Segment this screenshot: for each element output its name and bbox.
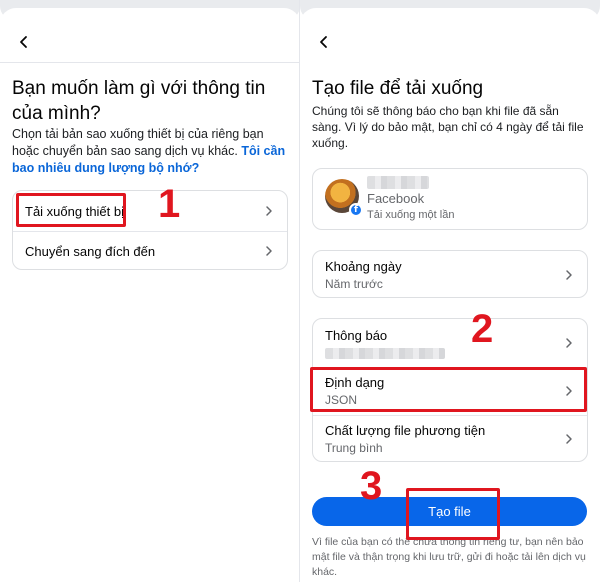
description-text: Chọn tải bản sao xuống thiết bị của riên… — [12, 127, 264, 158]
header-area — [300, 8, 600, 68]
option-transfer-destination[interactable]: Chuyển sang đích đến — [13, 231, 287, 271]
step-number-3: 3 — [360, 464, 383, 508]
date-range-label: Khoảng ngày — [325, 259, 402, 274]
step-number-2: 2 — [471, 307, 494, 351]
date-range-card[interactable]: Khoảng ngày Năm trước — [312, 250, 588, 298]
page-title: Bạn muốn làm gì với thông tin của mình? — [12, 78, 266, 124]
chevron-left-icon — [20, 36, 27, 48]
chevron-left-icon — [320, 36, 327, 48]
media-quality-value: Trung bình — [325, 441, 383, 455]
step-number-1: 1 — [158, 182, 181, 226]
media-quality-label: Chất lượng file phương tiện — [325, 423, 486, 438]
facebook-icon: f — [349, 203, 363, 217]
chevron-right-icon — [266, 206, 272, 216]
chevron-right-icon — [266, 246, 272, 256]
privacy-note: Vì file của bạn có thể chứa thông tin ri… — [312, 536, 586, 578]
option-download-device[interactable]: Tải xuống thiết bị — [13, 191, 287, 231]
settings-card: Thông báo Định dạng JSON Chất lượng file… — [312, 318, 588, 462]
header-area — [0, 8, 299, 68]
notifications-label: Thông báo — [325, 327, 388, 343]
format-label: Định dạng — [325, 375, 385, 390]
back-button[interactable] — [312, 30, 336, 54]
format-row[interactable]: Định dạng JSON — [313, 367, 587, 415]
options-card: Tải xuống thiết bị Chuyển sang đích đến — [12, 190, 288, 270]
notifications-row[interactable]: Thông báo — [313, 319, 587, 367]
account-name-blurred — [367, 176, 429, 189]
date-range-value: Năm trước — [325, 277, 383, 291]
format-value: JSON — [325, 393, 358, 407]
page-description: Chúng tôi sẽ thông báo cho bạn khi file … — [312, 104, 584, 150]
media-quality-row[interactable]: Chất lượng file phương tiện Trung bình — [313, 415, 587, 463]
option-label: Chuyển sang đích đến — [25, 243, 156, 259]
chevron-right-icon — [566, 434, 572, 444]
create-file-button[interactable]: Tạo file — [312, 497, 587, 526]
page-title: Tạo file để tải xuống — [312, 78, 484, 99]
account-subtitle: Tải xuống một lần — [367, 209, 455, 221]
chevron-right-icon — [566, 338, 572, 348]
back-button[interactable] — [12, 30, 36, 54]
page-description: Chọn tải bản sao xuống thiết bị của riên… — [12, 126, 292, 177]
account-card[interactable]: f Facebook Tải xuống một lần — [312, 168, 588, 230]
left-screen: Bạn muốn làm gì với thông tin của mình? … — [0, 0, 300, 582]
date-range-row[interactable]: Khoảng ngày Năm trước — [313, 251, 587, 299]
header-divider — [0, 62, 299, 63]
notifications-value-blurred — [325, 347, 445, 359]
chevron-right-icon — [566, 270, 572, 280]
chevron-right-icon — [566, 386, 572, 396]
right-screen: Tạo file để tải xuống Chúng tôi sẽ thông… — [300, 0, 600, 582]
option-label: Tải xuống thiết bị — [25, 203, 125, 219]
account-platform: Facebook — [367, 191, 425, 206]
